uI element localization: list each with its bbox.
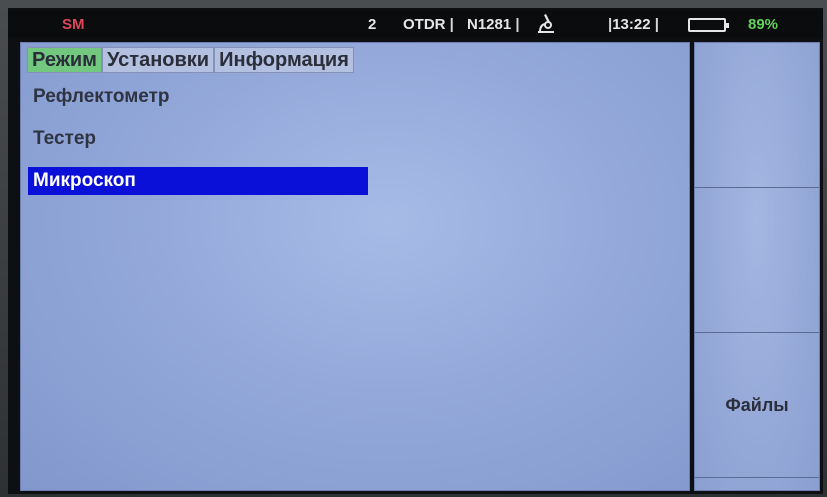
softkey-footer: [695, 478, 819, 490]
softkey-1[interactable]: [695, 43, 819, 188]
fiber-mode-indicator: SM: [62, 16, 85, 33]
separator: |: [654, 16, 659, 33]
status-bar: SM 2 OTDR | N1281 | |13:22 | 89%: [8, 10, 823, 38]
model-text: N1281: [467, 16, 512, 33]
clock: |13:22 |: [608, 16, 659, 33]
softkey-files[interactable]: Файлы: [695, 333, 819, 478]
battery-percent: 89%: [748, 16, 779, 33]
mode-menu-list: Рефлектометр Тестер Микроскоп: [28, 83, 368, 209]
microscope-icon: [534, 12, 558, 38]
main-panel: Режим Установки Информация Рефлектометр …: [20, 42, 690, 491]
channel-number: 2: [368, 16, 377, 33]
menu-item-tester[interactable]: Тестер: [28, 125, 368, 153]
model-number: N1281 |: [467, 16, 520, 33]
softkey-2[interactable]: [695, 188, 819, 333]
separator: |: [449, 16, 454, 33]
battery-icon: [688, 18, 729, 32]
tab-mode[interactable]: Режим: [27, 47, 102, 73]
menu-item-reflectometer[interactable]: Рефлектометр: [28, 83, 368, 111]
tab-information[interactable]: Информация: [214, 47, 354, 73]
softkey-panel: Файлы: [694, 42, 820, 491]
separator: |: [515, 16, 520, 33]
app-name-text: OTDR: [403, 16, 446, 33]
tab-settings[interactable]: Установки: [101, 47, 215, 73]
menu-item-microscope[interactable]: Микроскоп: [28, 167, 368, 195]
time-text: 13:22: [612, 16, 651, 33]
tab-bar: Режим Установки Информация: [27, 47, 354, 73]
app-name: OTDR |: [403, 16, 454, 33]
